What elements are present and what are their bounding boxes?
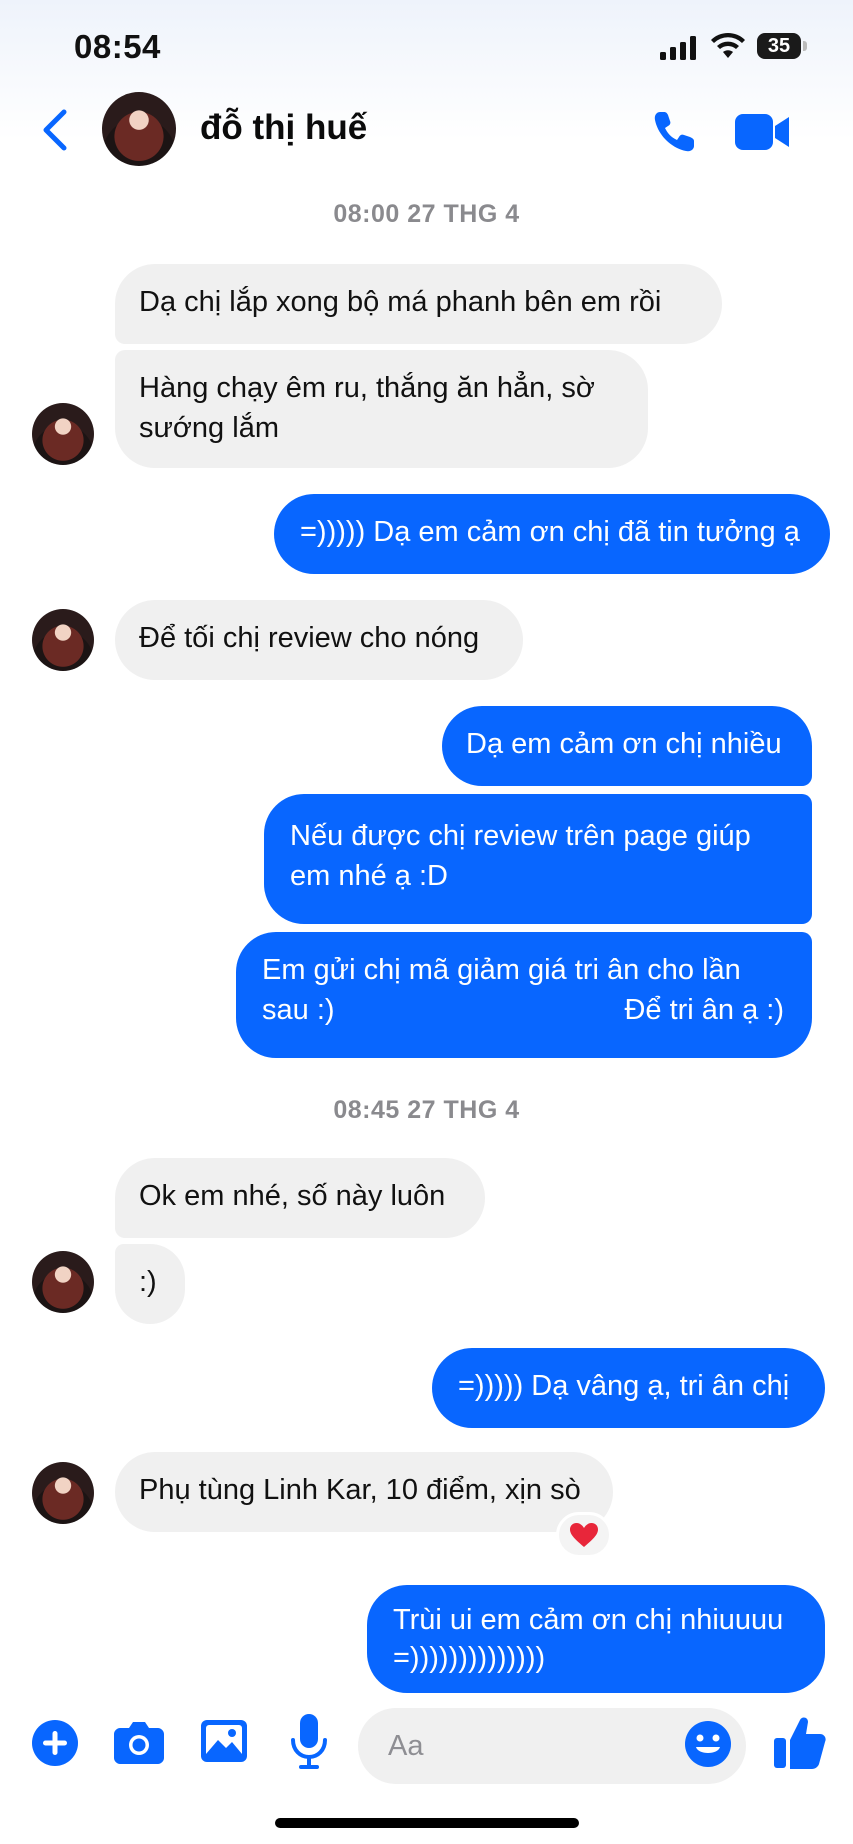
plus-icon[interactable] <box>32 1720 78 1766</box>
emoji-icon[interactable] <box>684 1720 732 1768</box>
message-outgoing[interactable]: =))))) Dạ em cảm ơn chị đã tin tưởng ạ <box>274 494 830 574</box>
message-outgoing[interactable]: Nếu được chị review trên page giúp em nh… <box>264 794 812 924</box>
phone-call-icon[interactable] <box>650 108 698 156</box>
message-text: Nếu được chị review trên page giúp em nh… <box>290 820 751 892</box>
back-chevron-icon[interactable] <box>40 108 70 152</box>
status-bar: 08:54 35 <box>0 0 853 90</box>
message-text: Dạ chị lắp xong bộ má phanh bên em rồi <box>139 286 662 318</box>
chat-header: đỗ thị huế <box>0 90 853 170</box>
message-incoming[interactable]: :) <box>115 1244 185 1324</box>
timestamp: 08:00 27 THG 4 <box>333 200 520 228</box>
sender-avatar[interactable] <box>32 1251 94 1313</box>
message-outgoing[interactable]: Dạ em cảm ơn chị nhiều <box>442 706 812 786</box>
clock: 08:54 <box>74 28 161 65</box>
message-text: =))))) Dạ vâng ạ, tri ân chị <box>458 1370 790 1402</box>
message-text: Trùi ui em cảm ơn chị nhiuuuu =)))))))))… <box>393 1604 784 1674</box>
image-gallery-icon[interactable] <box>201 1720 247 1762</box>
message-incoming[interactable]: Dạ chị lắp xong bộ má phanh bên em rồi <box>115 264 722 344</box>
message-outgoing[interactable]: Em gửi chị mã giảm giá tri ân cho lần sa… <box>236 932 812 1058</box>
sender-avatar[interactable] <box>32 403 94 465</box>
video-call-icon[interactable] <box>735 112 791 152</box>
message-text: :) <box>139 1266 157 1298</box>
microphone-icon[interactable] <box>291 1714 327 1770</box>
message-text: Hàng chạy êm ru, thắng ăn hẳn, sờ sướng … <box>139 372 595 444</box>
message-text: Dạ em cảm ơn chị nhiều <box>466 728 782 760</box>
message-text-right: Để tri ân ạ :) <box>624 994 784 1026</box>
contact-avatar[interactable] <box>102 92 176 166</box>
message-incoming[interactable]: Hàng chạy êm ru, thắng ăn hẳn, sờ sướng … <box>115 350 648 468</box>
message-outgoing[interactable]: =))))) Dạ vâng ạ, tri ân chị <box>432 1348 825 1428</box>
message-incoming[interactable]: Để tối chị review cho nóng <box>115 600 523 680</box>
message-text: Để tối chị review cho nóng <box>139 622 480 654</box>
message-text: Phụ tùng Linh Kar, 10 điểm, xịn sò <box>139 1474 581 1506</box>
message-reaction[interactable] <box>556 1512 612 1558</box>
timestamp: 08:45 27 THG 4 <box>333 1096 520 1124</box>
message-text: Ok em nhé, số này luôn <box>139 1180 446 1212</box>
sender-avatar[interactable] <box>32 1462 94 1524</box>
message-text: =))))) Dạ em cảm ơn chị đã tin tưởng ạ <box>300 516 800 548</box>
heart-icon <box>570 1523 598 1547</box>
camera-icon[interactable] <box>114 1720 164 1764</box>
message-incoming[interactable]: Ok em nhé, số này luôn <box>115 1158 485 1238</box>
message-incoming[interactable]: Phụ tùng Linh Kar, 10 điểm, xịn sò <box>115 1452 613 1532</box>
wifi-icon <box>711 32 745 58</box>
message-composer: Aa <box>0 1700 853 1790</box>
battery-icon: 35 <box>757 33 807 59</box>
battery-level: 35 <box>767 35 791 57</box>
thumbs-up-icon[interactable] <box>774 1716 826 1770</box>
sender-avatar[interactable] <box>32 609 94 671</box>
contact-name[interactable]: đỗ thị huế <box>200 108 367 148</box>
home-indicator <box>275 1818 579 1828</box>
cellular-signal-icon <box>660 36 696 60</box>
message-outgoing[interactable]: Trùi ui em cảm ơn chị nhiuuuu =)))))))))… <box>367 1585 825 1693</box>
